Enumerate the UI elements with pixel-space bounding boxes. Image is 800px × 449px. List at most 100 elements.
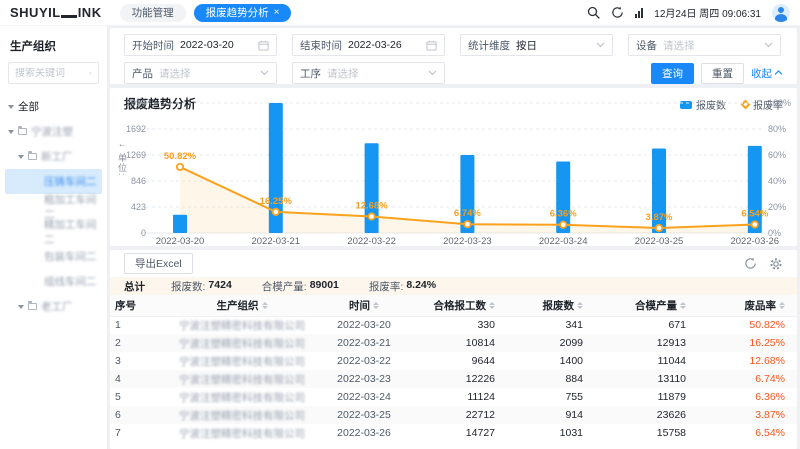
right-axis-tick: 100% [768, 98, 791, 108]
refresh-icon[interactable] [611, 6, 624, 19]
cell-organization: 宁波注塑精密科技有限公司 [160, 352, 324, 370]
column-header-5[interactable]: 合模产量 [588, 295, 691, 316]
caret-down-icon[interactable] [18, 305, 24, 309]
sidebar-tree-item-6[interactable]: 包装车间二 [5, 244, 102, 269]
query-button[interactable]: 查询 [651, 63, 694, 84]
sort-icon[interactable] [680, 302, 686, 309]
topbar: SHUYILINK 功能管理报废趋势分析× 12月24日 周四 09:06:31 [0, 0, 800, 26]
sort-icon[interactable] [489, 302, 495, 309]
summary-key: 合模产量: [262, 279, 307, 294]
summary-bar: 总计 报废数:7424合模产量:89001报废率:8.24% [110, 277, 797, 295]
cell-scrap-rate: 6.54% [691, 424, 797, 442]
refresh-icon[interactable] [744, 257, 757, 270]
column-label: 废品率 [745, 298, 777, 313]
network-signal-icon[interactable] [635, 7, 643, 18]
x-axis-label: 2022-03-20 [156, 236, 205, 246]
sidebar-search-input[interactable] [15, 68, 85, 79]
sort-icon[interactable] [577, 302, 583, 309]
caret-down-icon[interactable] [8, 130, 14, 134]
column-label: 时间 [349, 298, 370, 313]
filter-value: 请选择 [159, 66, 254, 81]
tree-item-label: 组线车间二 [44, 274, 97, 289]
logo-text-left: SHUYI [10, 5, 52, 20]
column-label: 报废数 [543, 298, 575, 313]
caret-down-icon[interactable] [18, 155, 24, 159]
cell-index: 7 [110, 424, 160, 442]
chevron-down-icon [764, 42, 773, 48]
left-axis-tick: 846 [131, 176, 146, 186]
filter-device[interactable]: 设备请选择 [628, 34, 781, 56]
cell-scrap-rate: 16.25% [691, 334, 797, 352]
filter-value: 2022-03-26 [348, 39, 420, 51]
calendar-icon [426, 40, 437, 51]
cell-time: 2022-03-20 [324, 316, 404, 334]
close-icon[interactable]: × [274, 8, 280, 18]
reset-button[interactable]: 重置 [701, 63, 744, 84]
sidebar-tree-item-8[interactable]: 老工厂 [5, 294, 102, 319]
cell-scrap-count: 914 [500, 406, 588, 424]
sidebar-tree-item-3[interactable]: 压铸车间二 [5, 169, 102, 194]
column-header-2[interactable]: 时间 [324, 295, 404, 316]
export-excel-button[interactable]: 导出Excel [124, 253, 193, 274]
x-axis-label: 2022-03-22 [347, 236, 396, 246]
sidebar-tree-item-4[interactable]: 粗加工车间二 [5, 194, 102, 219]
trend-chart: 00%42320%84640%126960%169280%2099100%50.… [110, 88, 795, 246]
bar-2022-03-20 [173, 215, 187, 233]
tab-1[interactable]: 报废趋势分析× [194, 4, 292, 22]
filter-process[interactable]: 工序请选择 [292, 62, 445, 84]
cell-scrap-count: 755 [500, 388, 588, 406]
point-label: 50.82% [164, 151, 197, 162]
column-header-1[interactable]: 生产组织 [160, 295, 324, 316]
search-icon[interactable] [587, 6, 600, 19]
table-panel: 导出Excel 总计 报废数:7424合模产量:89001报废率:8.24% 序… [110, 250, 797, 449]
summary-item-0: 报废数:7424 [171, 279, 232, 294]
filter-start-time[interactable]: 开始时间2022-03-20 [124, 34, 277, 56]
table-row-4: 4宁波注塑精密科技有限公司2022-03-2312226884131106.74… [110, 370, 797, 388]
column-header-3[interactable]: 合格报工数 [404, 295, 500, 316]
tree-item-label: 包装车间二 [44, 249, 97, 264]
caret-down-icon[interactable] [8, 105, 14, 109]
filter-label: 设备 [636, 38, 657, 53]
cell-mold-output: 11879 [588, 388, 691, 406]
cell-qualified-count: 14727 [404, 424, 500, 442]
tree-item-label: 老工厂 [41, 299, 73, 314]
brand-logo: SHUYILINK [10, 5, 102, 20]
chart-panel: 报废趋势分析 报废数 报废率 ← 单位: 00%42320%84640%1269… [110, 88, 797, 246]
cell-mold-output: 13110 [588, 370, 691, 388]
sidebar-title: 生产组织 [0, 34, 107, 62]
line-point [464, 221, 470, 227]
sidebar-search-box[interactable] [8, 62, 99, 84]
sidebar-tree-item-0[interactable]: 全部 [5, 94, 102, 119]
cell-qualified-count: 12226 [404, 370, 500, 388]
user-avatar[interactable] [772, 4, 790, 22]
filter-product[interactable]: 产品请选择 [124, 62, 277, 84]
column-header-4[interactable]: 报废数 [500, 295, 588, 316]
sort-icon[interactable] [262, 302, 268, 309]
bar-2022-03-26 [748, 146, 762, 233]
cell-index: 1 [110, 316, 160, 334]
filter-panel: 开始时间2022-03-20结束时间2022-03-26统计维度按日设备请选择 … [110, 28, 797, 84]
logo-text-mid: L [52, 5, 60, 20]
sidebar-tree-item-1[interactable]: 宁波注塑 [5, 119, 102, 144]
filter-stat-dimension[interactable]: 统计维度按日 [460, 34, 613, 56]
sort-icon[interactable] [779, 302, 785, 309]
folder-icon [28, 303, 37, 310]
sidebar-tree-item-5[interactable]: 精加工车间二 [5, 219, 102, 244]
cell-time: 2022-03-23 [324, 370, 404, 388]
tab-0[interactable]: 功能管理 [120, 4, 186, 22]
logo-underline [61, 15, 77, 18]
left-axis-tick: 1692 [126, 124, 146, 134]
sidebar-tree-item-2[interactable]: 新工厂 [5, 144, 102, 169]
line-point [752, 221, 758, 227]
settings-gear-icon[interactable] [769, 257, 783, 271]
sidebar-production-org: 生产组织 全部宁波注塑新工厂压铸车间二粗加工车间二精加工车间二包装车间二组线车间… [0, 26, 108, 449]
sidebar-tree-item-7[interactable]: 组线车间二 [5, 269, 102, 294]
org-tree: 全部宁波注塑新工厂压铸车间二粗加工车间二精加工车间二包装车间二组线车间二老工厂 [0, 94, 107, 319]
data-table: 序号生产组织时间合格报工数报废数合模产量废品率 1宁波注塑精密科技有限公司202… [110, 295, 797, 442]
filter-end-time[interactable]: 结束时间2022-03-26 [292, 34, 445, 56]
column-header-6[interactable]: 废品率 [691, 295, 797, 316]
cell-qualified-count: 330 [404, 316, 500, 334]
collapse-button[interactable]: 收起 [751, 66, 783, 81]
tree-item-label: 压铸车间二 [44, 174, 97, 189]
sort-icon[interactable] [373, 302, 379, 309]
